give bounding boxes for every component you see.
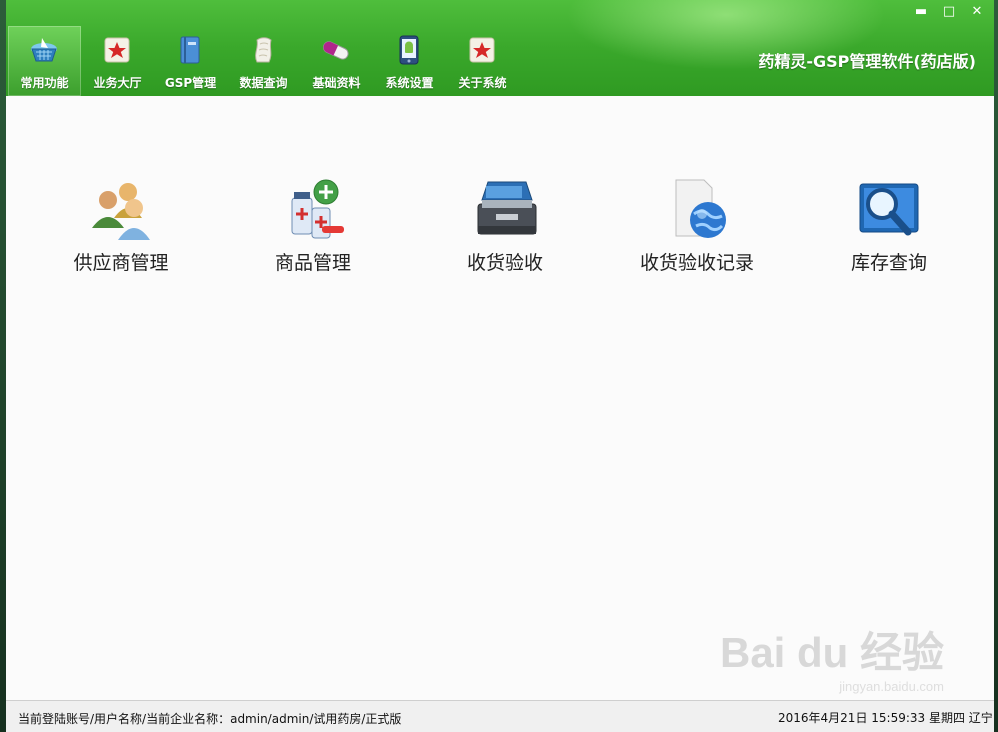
app-title: 药精灵-GSP管理软件(药店版) [758, 52, 976, 71]
nav-label: 业务大厅 [93, 76, 142, 90]
tile-receipt-inspection-records[interactable]: 收货验收记录 [612, 178, 782, 275]
android-phone-icon [399, 35, 419, 65]
window-controls: ▬ □ ✕ [912, 4, 986, 20]
tile-label: 商品管理 [274, 252, 351, 274]
book-icon [180, 36, 200, 64]
nav-label: 数据查询 [239, 76, 288, 90]
tile-label: 库存查询 [850, 252, 927, 274]
app-window: ▬ □ ✕ 药精灵-GSP管理软件(药店版) 常用功能 业务大厅 GSP管理 数… [6, 0, 994, 732]
nav-label: 基础资料 [312, 76, 361, 90]
tile-inventory-query[interactable]: 库存查询 [804, 178, 974, 275]
tile-supplier-management[interactable]: 供应商管理 [36, 178, 206, 275]
nav-label: GSP管理 [164, 76, 217, 90]
document-globe-icon [675, 179, 726, 238]
datetime-info: 2016年4月21日 15:59:33 星期四 辽宁 [778, 711, 993, 725]
main-content: 供应商管理 商品管理 收货验收 收货验收记录 库存查询 Bai du 经验 ji… [6, 96, 994, 700]
tile-label: 收货验收记录 [639, 252, 754, 274]
main-nav: 常用功能 业务大厅 GSP管理 数据查询 基础资料 系统设置 关于系统 [8, 26, 519, 96]
login-info: 当前登陆账号/用户名称/当前企业名称：admin/admin/试用药房/正式版 [18, 712, 402, 726]
tile-label: 供应商管理 [73, 252, 169, 274]
star-badge-icon [104, 37, 130, 63]
tile-product-management[interactable]: 商品管理 [228, 178, 398, 275]
nav-label: 关于系统 [458, 76, 507, 90]
nav-item-about-system[interactable]: 关于系统 [446, 26, 519, 96]
medicine-bottles-icon [291, 179, 344, 239]
header-bar: ▬ □ ✕ 药精灵-GSP管理软件(药店版) 常用功能 业务大厅 GSP管理 数… [6, 0, 994, 96]
users-icon [92, 183, 150, 240]
tile-goods-receipt-inspection[interactable]: 收货验收 [420, 178, 590, 275]
nav-item-common-functions[interactable]: 常用功能 [8, 26, 81, 96]
close-button[interactable]: ✕ [968, 4, 986, 20]
nav-item-gsp-management[interactable]: GSP管理 [154, 26, 227, 96]
baidu-watermark: Bai du 经验 [719, 629, 944, 676]
minimize-button[interactable]: ▬ [912, 4, 930, 20]
nav-item-basic-data[interactable]: 基础资料 [300, 26, 373, 96]
status-bar: 当前登陆账号/用户名称/当前企业名称：admin/admin/试用药房/正式版 … [6, 700, 994, 732]
nav-item-business-hall[interactable]: 业务大厅 [81, 26, 154, 96]
capsule-icon [322, 41, 349, 60]
nav-item-system-settings[interactable]: 系统设置 [373, 26, 446, 96]
desktop-edge-right [994, 0, 998, 732]
nav-label: 常用功能 [20, 76, 69, 90]
tile-label: 收货验收 [466, 252, 543, 274]
star-badge-icon [469, 37, 495, 63]
nav-label: 系统设置 [385, 76, 434, 90]
paper-scroll-icon [255, 37, 272, 63]
baidu-watermark-url: jingyan.baidu.com [839, 679, 944, 694]
nav-item-data-query[interactable]: 数据查询 [227, 26, 300, 96]
magnifier-icon [859, 183, 919, 236]
maximize-button[interactable]: □ [940, 4, 958, 20]
toolbox-icon [477, 181, 537, 235]
basket-icon [31, 38, 57, 62]
